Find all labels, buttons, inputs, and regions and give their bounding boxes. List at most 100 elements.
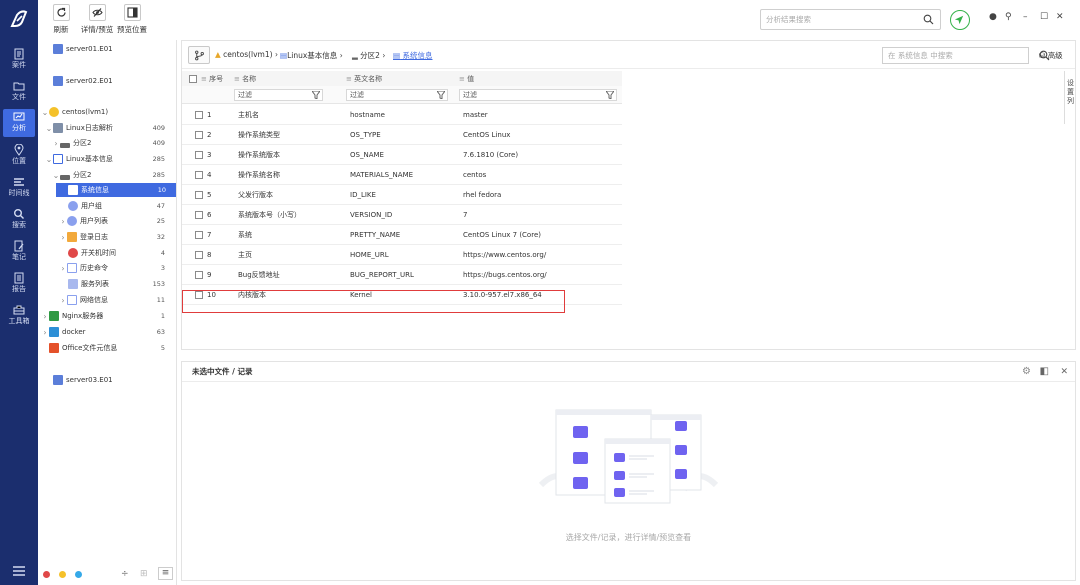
preview-position-button[interactable]: 预览位置 xyxy=(115,4,149,38)
filter-value-input[interactable]: 过滤 xyxy=(459,89,617,101)
row-index[interactable]: 4 xyxy=(195,165,211,184)
minimize-icon[interactable]: – xyxy=(1023,12,1028,22)
tree-node-partition[interactable]: ⌄ 分区2 285 xyxy=(52,168,165,182)
tree-node-docker[interactable]: › docker 63 xyxy=(41,325,165,339)
row-checkbox[interactable] xyxy=(195,230,203,239)
collapse-icon[interactable]: ÷ xyxy=(121,569,129,579)
row-index[interactable]: 6 xyxy=(195,205,211,224)
filter-name-input[interactable]: 过滤 xyxy=(234,89,323,101)
chevron-down-icon[interactable]: ⌄ xyxy=(41,108,49,117)
table-row[interactable]: 9 Bug反馈地址 BUG_REPORT_URL https://bugs.cento… xyxy=(182,265,622,285)
advanced-button[interactable]: ⛁ 高级 xyxy=(1039,50,1063,61)
rail-item-search[interactable]: 搜索 xyxy=(3,206,35,234)
row-checkbox[interactable] xyxy=(195,210,203,219)
rail-item-files[interactable]: 文件 xyxy=(3,78,35,106)
tree-node-login-log[interactable]: › 登录日志 32 xyxy=(59,230,165,244)
row-index[interactable]: 1 xyxy=(195,105,211,124)
tree-node-linux-basic[interactable]: ⌄ Linux基本信息 285 xyxy=(45,152,165,166)
tree-node-nginx[interactable]: › Nginx服务器 1 xyxy=(41,309,165,323)
breadcrumb-partition[interactable]: ▂ 分区2 › xyxy=(352,50,385,61)
table-row[interactable]: 1 主机名 hostname master xyxy=(182,105,622,125)
chevron-right-icon[interactable]: › xyxy=(59,264,67,273)
branch-button[interactable] xyxy=(188,46,210,64)
table-row[interactable]: 2 操作系统类型 OS_TYPE CentOS Linux xyxy=(182,125,622,145)
detail-preview-button[interactable]: 详情/预览 xyxy=(78,4,116,38)
chevron-down-icon[interactable]: ⌄ xyxy=(52,171,60,180)
rail-item-report[interactable]: 报告 xyxy=(3,270,35,298)
user-icon[interactable]: ● xyxy=(989,12,997,22)
tree-node-network[interactable]: › 网络信息 11 xyxy=(59,293,165,307)
filter-icon[interactable] xyxy=(437,91,445,99)
row-index[interactable]: 3 xyxy=(195,145,211,164)
row-index[interactable]: 7 xyxy=(195,225,211,244)
menu-icon[interactable] xyxy=(13,566,25,576)
tree-node-centos[interactable]: ⌄ centos(lvm1) xyxy=(41,105,108,119)
tree-node-boot-time[interactable]: 开关机时间 4 xyxy=(68,246,165,260)
list-view-icon[interactable]: ≡ xyxy=(158,567,173,580)
refresh-button[interactable]: 刷新 xyxy=(51,4,71,38)
row-index[interactable]: 5 xyxy=(195,185,211,204)
tree-node-userlist[interactable]: › 用户列表 25 xyxy=(59,214,165,228)
search-icon[interactable] xyxy=(923,14,934,25)
chevron-right-icon[interactable]: › xyxy=(41,328,49,337)
close-icon[interactable]: ✕ xyxy=(1056,12,1064,22)
tree-node-linux-log[interactable]: ⌄ Linux日志解析 409 xyxy=(45,121,165,135)
nav-location-button[interactable] xyxy=(950,10,970,30)
table-row[interactable]: 8 主页 HOME_URL https://www.centos.org/ xyxy=(182,245,622,265)
row-checkbox[interactable] xyxy=(195,150,203,159)
tree-node-services[interactable]: 服务列表 153 xyxy=(68,277,165,291)
row-index[interactable]: 2 xyxy=(195,125,211,144)
tree-node-server02[interactable]: server02.E01 xyxy=(53,74,113,88)
header-value[interactable]: ≡ 值 xyxy=(459,71,474,86)
row-checkbox[interactable] xyxy=(195,270,203,279)
split-panel-icon[interactable]: ◧ xyxy=(1040,362,1049,382)
settings-gear-icon[interactable]: ⚙ xyxy=(1022,362,1031,382)
chevron-right-icon[interactable]: › xyxy=(59,217,67,226)
analysis-search-input[interactable]: 分析结果搜索 xyxy=(760,9,941,30)
rail-item-analysis[interactable]: 分析 xyxy=(3,109,35,137)
chevron-down-icon[interactable]: ⌄ xyxy=(45,155,53,164)
pin-icon[interactable]: ⚲ xyxy=(1005,12,1012,22)
breadcrumb-mid[interactable]: ▤Linux基本信息 › xyxy=(280,50,343,61)
header-en-name[interactable]: ≡ 英文名称 xyxy=(346,71,382,86)
table-row[interactable]: 6 系统版本号（小写） VERSION_ID 7 xyxy=(182,205,622,225)
chevron-right-icon[interactable]: › xyxy=(59,296,67,305)
row-checkbox[interactable] xyxy=(195,190,203,199)
tree-node-office[interactable]: Office文件元信息 5 xyxy=(49,341,165,355)
table-row[interactable]: 4 操作系统名称 MATERIALS_NAME centos xyxy=(182,165,622,185)
rail-item-case[interactable]: 案件 xyxy=(3,46,35,74)
row-checkbox[interactable] xyxy=(195,110,203,119)
filter-icon[interactable] xyxy=(312,91,320,99)
tree-node-server03[interactable]: server03.E01 xyxy=(53,373,113,387)
grid-view-icon[interactable]: ⊞ xyxy=(140,569,148,579)
select-all-checkbox[interactable]: ≡ 序号 xyxy=(189,71,223,86)
rail-item-timeline[interactable]: 时间线 xyxy=(3,174,35,202)
chevron-down-icon[interactable]: ⌄ xyxy=(45,124,53,133)
rail-item-location[interactable]: 位置 xyxy=(3,142,35,170)
breadcrumb-current[interactable]: ▤ 系统信息 xyxy=(393,50,432,61)
column-settings-tab[interactable]: 设置列 xyxy=(1064,71,1076,124)
row-checkbox[interactable] xyxy=(195,250,203,259)
filter-en-name-input[interactable]: 过滤 xyxy=(346,89,448,101)
table-row[interactable]: 3 操作系统版本 OS_NAME 7.6.1810 (Core) xyxy=(182,145,622,165)
row-checkbox[interactable] xyxy=(195,130,203,139)
maximize-icon[interactable]: ☐ xyxy=(1040,12,1048,22)
row-checkbox[interactable] xyxy=(195,170,203,179)
table-search-input[interactable]: 在 系统信息 中搜索 xyxy=(882,47,1050,64)
table-row[interactable]: 7 系统 PRETTY_NAME CentOS Linux 7 (Core) xyxy=(182,225,622,245)
tree-node-history[interactable]: › 历史命令 3 xyxy=(59,261,165,275)
chevron-right-icon[interactable]: › xyxy=(59,233,67,242)
tree-node-server01[interactable]: server01.E01 xyxy=(53,42,113,56)
close-icon[interactable]: ✕ xyxy=(1060,362,1068,382)
tree-node-sysinfo[interactable]: 系统信息 10 xyxy=(56,183,176,197)
chevron-right-icon[interactable]: › xyxy=(41,312,49,321)
filter-icon[interactable] xyxy=(606,91,614,99)
header-name[interactable]: ≡ 名称 xyxy=(234,71,256,86)
rail-item-toolbox[interactable]: 工具箱 xyxy=(3,302,35,330)
tree-node-usergroup[interactable]: 用户组 47 xyxy=(68,199,165,213)
chevron-right-icon[interactable]: › xyxy=(52,139,60,148)
row-index[interactable]: 9 xyxy=(195,265,211,284)
rail-item-notes[interactable]: 笔记 xyxy=(3,238,35,266)
table-row[interactable]: 5 父发行版本 ID_LIKE rhel fedora xyxy=(182,185,622,205)
row-index[interactable]: 8 xyxy=(195,245,211,264)
